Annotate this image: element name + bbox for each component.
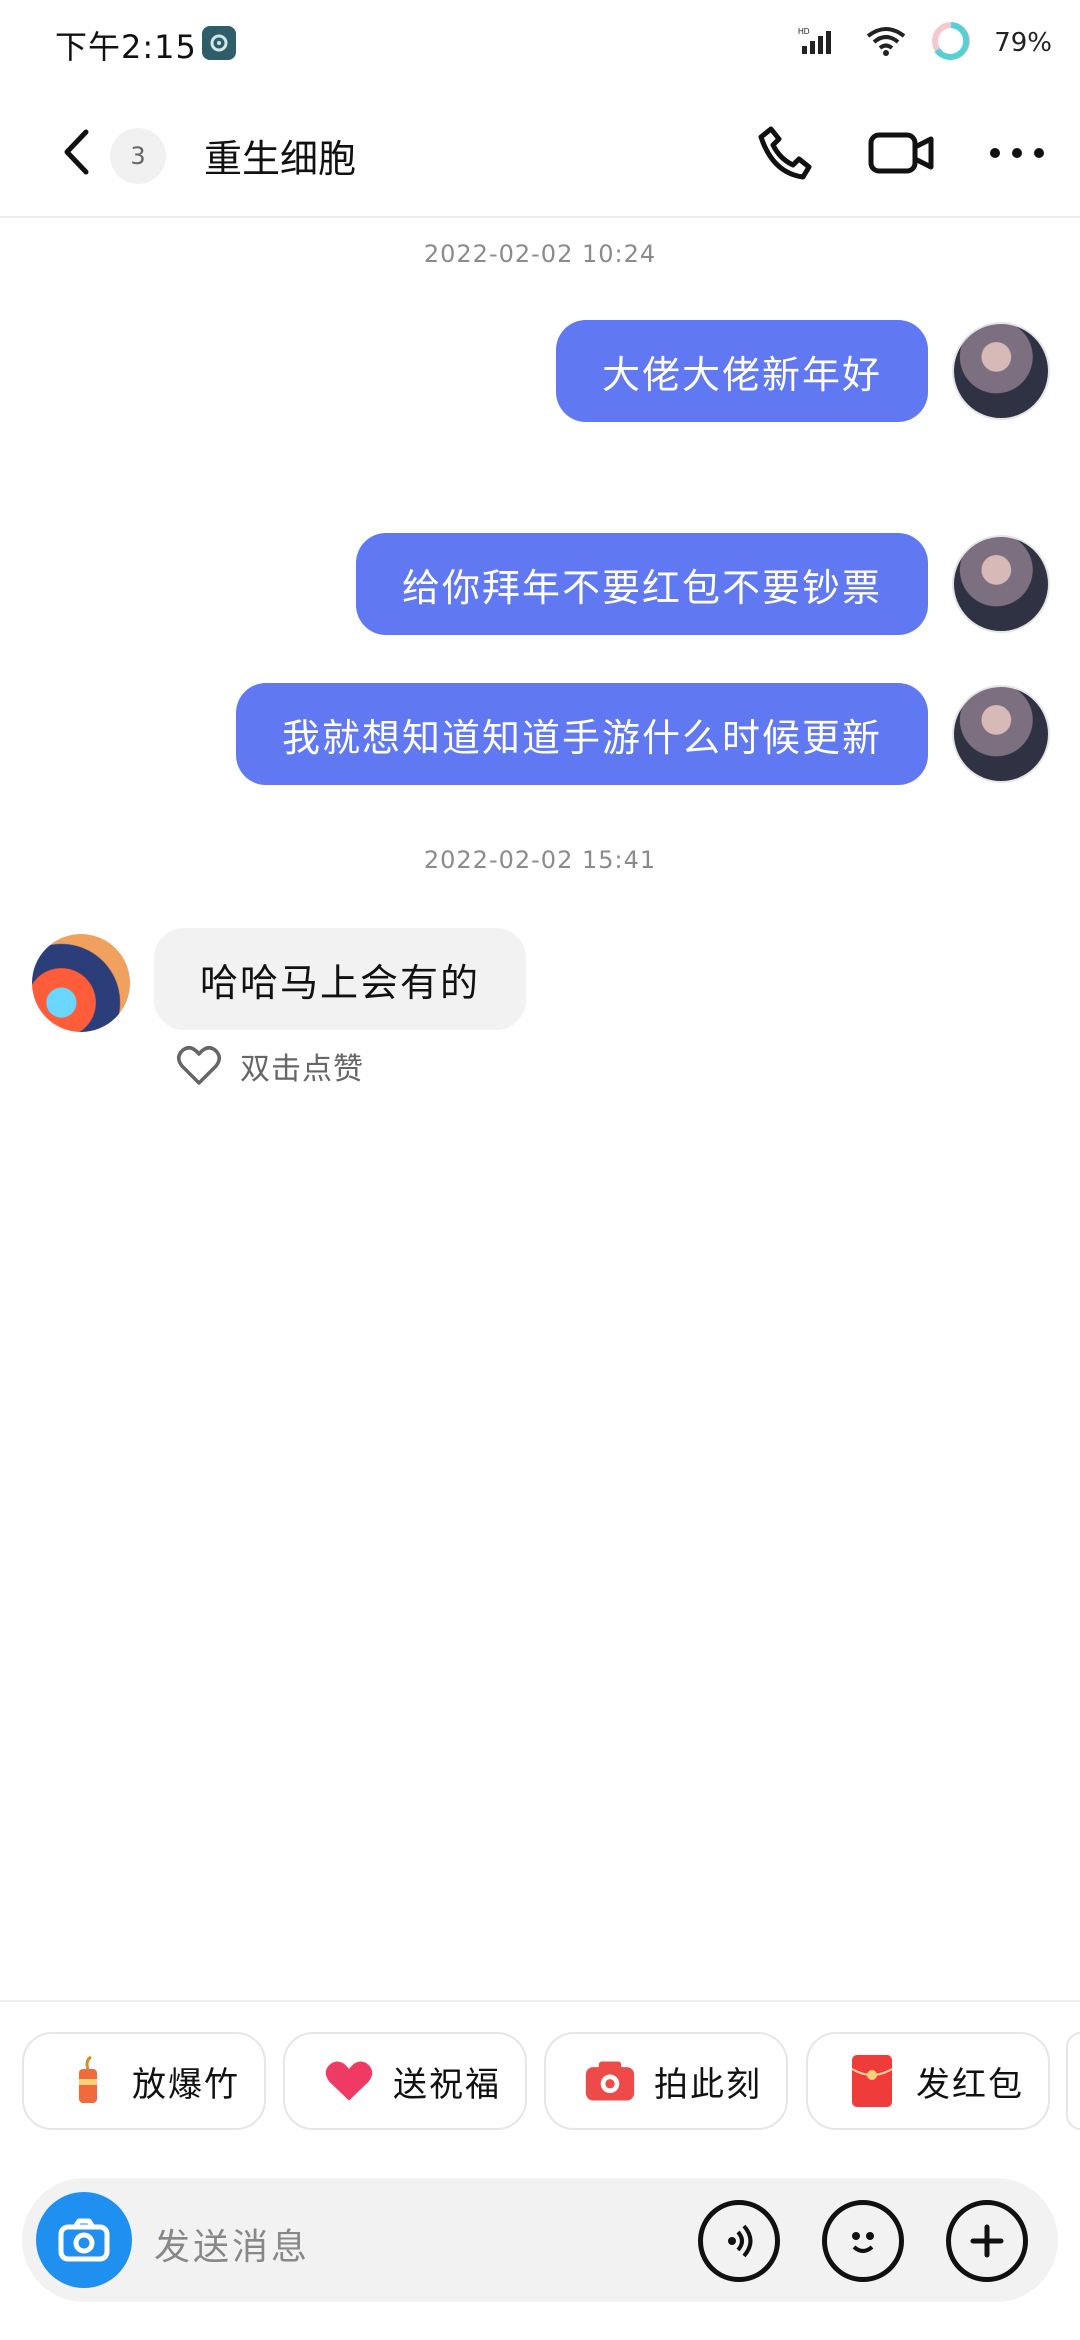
contact-avatar[interactable] — [32, 934, 130, 1032]
chat-title: 重生细胞 — [204, 137, 357, 181]
quick-action-more-partial[interactable] — [1066, 2032, 1080, 2130]
my-avatar[interactable] — [952, 685, 1050, 783]
phone-icon — [758, 126, 812, 180]
svg-text:HD: HD — [798, 27, 810, 36]
timestamp: 2022-02-02 15:41 — [423, 846, 657, 874]
quick-action-label: 放爆竹 — [132, 2064, 240, 2105]
emoji-button[interactable] — [822, 2200, 904, 2282]
my-avatar[interactable] — [952, 535, 1050, 633]
quick-action-label: 拍此刻 — [654, 2064, 762, 2105]
message-row-outgoing: 大佬大佬新年好 — [555, 320, 1050, 422]
message-bubble-outgoing[interactable]: 给你拜年不要红包不要钞票 — [355, 533, 928, 635]
quick-action-label: 发红包 — [916, 2064, 1024, 2105]
emoji-icon — [852, 2232, 874, 2253]
quick-actions-divider — [0, 2000, 1080, 2002]
timestamp: 2022-02-02 10:24 — [423, 240, 657, 268]
status-icons: HD 79% — [798, 20, 1052, 66]
video-camera-icon — [868, 132, 934, 174]
plus-icon — [970, 2224, 1004, 2258]
heart-icon — [323, 2055, 375, 2107]
message-bubble-outgoing[interactable]: 我就想知道知道手游什么时候更新 — [235, 683, 928, 785]
message-input-bar: 发送消息 — [22, 2178, 1058, 2302]
camera-button[interactable] — [36, 2192, 132, 2288]
message-row-outgoing: 给你拜年不要红包不要钞票 — [355, 533, 1050, 635]
more-options-button[interactable] — [982, 118, 1052, 188]
signal-icon: HD — [798, 26, 842, 60]
chevron-left-icon — [64, 129, 89, 175]
input-actions — [698, 2200, 1028, 2282]
like-hint[interactable]: 双击点赞 — [176, 1044, 364, 1088]
battery-ring-icon — [930, 20, 972, 66]
like-hint-text: 双击点赞 — [240, 1052, 364, 1087]
unread-count-badge: 3 — [110, 128, 166, 184]
red-envelope-icon — [846, 2055, 898, 2107]
quick-action-label: 送祝福 — [393, 2064, 501, 2105]
status-time: 下午2:15 — [55, 28, 197, 66]
message-bubble-incoming[interactable]: 哈哈马上会有的 — [154, 928, 527, 1030]
more-horizontal-icon — [990, 148, 1044, 158]
status-bar: 下午2:15 HD 79% — [0, 0, 1080, 88]
my-avatar[interactable] — [952, 322, 1050, 420]
quick-action-red-envelope[interactable]: 发红包 — [806, 2032, 1050, 2130]
quick-action-blessing[interactable]: 送祝福 — [283, 2032, 527, 2130]
wifi-icon — [864, 24, 908, 62]
camera-sticker-icon — [584, 2055, 636, 2107]
notification-app-icon — [202, 26, 236, 60]
back-button[interactable] — [48, 124, 104, 180]
voice-input-button[interactable] — [698, 2200, 780, 2282]
message-input[interactable]: 发送消息 — [154, 2218, 310, 2270]
firecracker-icon — [62, 2055, 114, 2107]
battery-text: 79% — [994, 28, 1052, 58]
chat-header: 3 重生细胞 — [0, 88, 1080, 218]
message-bubble-outgoing[interactable]: 大佬大佬新年好 — [555, 320, 928, 422]
heart-outline-icon — [177, 1046, 221, 1085]
quick-action-capture-moment[interactable]: 拍此刻 — [544, 2032, 788, 2130]
camera-icon — [58, 2218, 110, 2262]
message-row-outgoing: 我就想知道知道手游什么时候更新 — [235, 683, 1050, 785]
more-plus-button[interactable] — [946, 2200, 1028, 2282]
header-actions — [750, 118, 1052, 188]
video-call-button[interactable] — [866, 118, 936, 188]
quick-action-firecracker[interactable]: 放爆竹 — [22, 2032, 266, 2130]
voice-call-button[interactable] — [750, 118, 820, 188]
voice-icon — [728, 2224, 753, 2258]
